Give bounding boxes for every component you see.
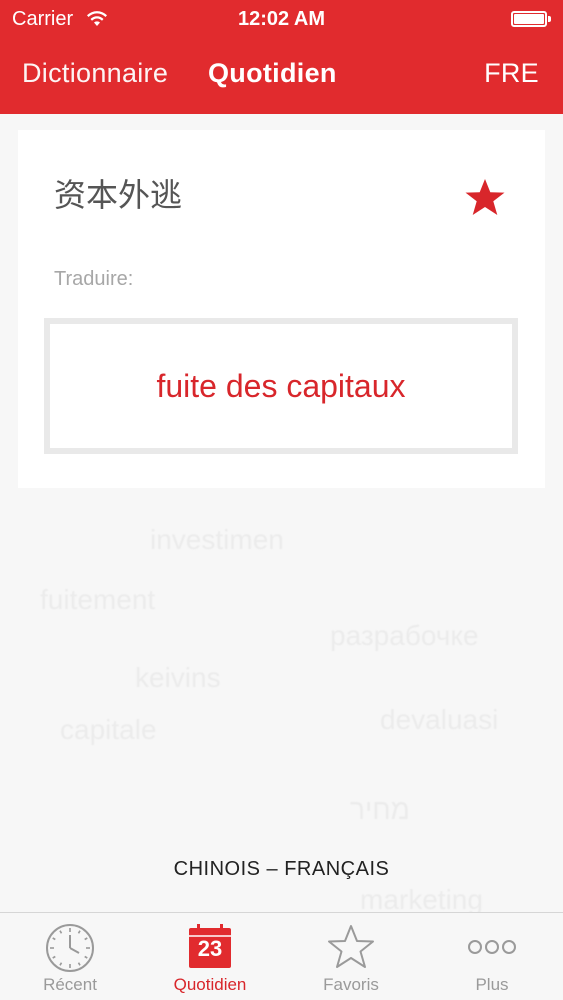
tab-daily-bottom[interactable]: 23 Quotidien xyxy=(140,913,280,1000)
language-button[interactable]: FRE xyxy=(484,58,539,89)
watermark-word: capitale xyxy=(60,714,157,745)
screen: разрабочке keivins devaluasi מחיר invest… xyxy=(0,0,563,1000)
watermark-word: keivins xyxy=(135,662,221,693)
watermark-word: devaluasi xyxy=(380,704,499,735)
tab-daily[interactable]: Quotidien xyxy=(208,58,337,89)
tab-favorites[interactable]: Favoris xyxy=(281,913,421,1000)
watermark-word: разрабочке xyxy=(330,620,479,651)
star-outline-icon xyxy=(328,925,374,968)
clock-icon xyxy=(46,924,94,972)
tab-bar: Récent 23 Quotidien Favoris Plus xyxy=(0,912,563,1000)
watermark-word: marketing xyxy=(360,884,483,912)
top-bar: Carrier 12:02 AM Dictionnaire Quotidien … xyxy=(0,0,563,114)
star-filled-icon[interactable] xyxy=(463,176,507,220)
translation-box[interactable]: fuite des capitaux xyxy=(44,318,518,454)
tab-dictionary[interactable]: Dictionnaire xyxy=(22,58,168,89)
language-pair-label: CHINOIS – FRANÇAIS xyxy=(173,858,390,880)
tab-label: Favoris xyxy=(323,975,379,994)
word-card: 资本外逃 Traduire: fuite des capitaux xyxy=(18,130,545,488)
tab-recent[interactable]: Récent xyxy=(0,913,140,1000)
chinese-word: 资本外逃 xyxy=(54,176,183,214)
battery-icon xyxy=(511,11,551,27)
watermark-word: מחיר xyxy=(350,794,410,825)
tab-label: Quotidien xyxy=(173,975,247,994)
more-dots-icon xyxy=(468,940,516,954)
watermark-word: investimen xyxy=(150,524,284,555)
translation-text: fuite des capitaux xyxy=(156,367,406,404)
tab-more[interactable]: Plus xyxy=(422,913,562,1000)
tab-label: Plus xyxy=(475,975,509,994)
status-bar: Carrier 12:02 AM xyxy=(0,0,563,40)
watermark-word: fuitement xyxy=(40,584,156,615)
calendar-day: 23 xyxy=(197,936,223,961)
status-time: 12:02 AM xyxy=(237,8,326,30)
calendar-icon: 23 xyxy=(184,923,236,973)
tab-label: Récent xyxy=(43,975,97,994)
nav-bar: Dictionnaire Quotidien FRE xyxy=(0,40,563,114)
translate-label: Traduire: xyxy=(54,268,134,290)
